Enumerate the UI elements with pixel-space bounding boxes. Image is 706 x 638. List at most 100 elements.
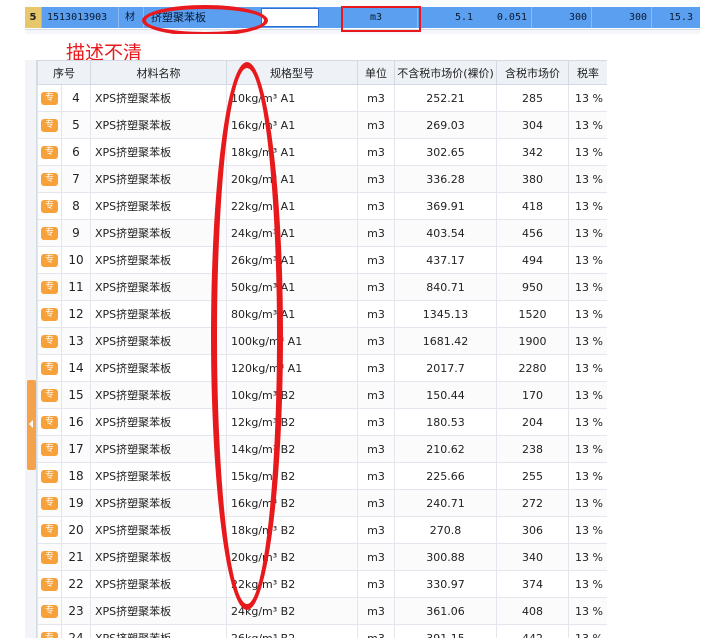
badge-cell: 专 — [37, 624, 62, 638]
special-material-badge-icon[interactable]: 专 — [41, 523, 58, 537]
special-material-badge-icon[interactable]: 专 — [41, 469, 58, 483]
row-spec: 10kg/m³ A1 — [226, 84, 358, 112]
table-row[interactable]: 专 16 XPS挤塑聚苯板 12kg/m³ B2 m3 180.53 204 13 % — [37, 408, 607, 436]
row-spec: 26kg/m³ A1 — [226, 246, 358, 274]
header-price-in-tax[interactable]: 含税市场价 — [496, 60, 569, 85]
row-material-name: XPS挤塑聚苯板 — [90, 597, 227, 625]
table-row[interactable]: 专 12 XPS挤塑聚苯板 80kg/m³ A1 m3 1345.13 1520 13 % — [37, 300, 607, 328]
row-material-name: XPS挤塑聚苯板 — [90, 246, 227, 274]
collapse-arrow-icon[interactable] — [27, 380, 36, 470]
row-spec: 16kg/m³ B2 — [226, 489, 358, 517]
row-price-ex-tax: 840.71 — [394, 273, 497, 301]
row-price-ex-tax: 336.28 — [394, 165, 497, 193]
table-row[interactable]: 专 15 XPS挤塑聚苯板 10kg/m³ B2 m3 150.44 170 13 % — [37, 381, 607, 409]
special-material-badge-icon[interactable]: 专 — [41, 334, 58, 348]
table-row[interactable]: 专 21 XPS挤塑聚苯板 20kg/m³ B2 m3 300.88 340 13 % — [37, 543, 607, 571]
row-price-in-tax: 380 — [496, 165, 569, 193]
row-spec: 100kg/m³ A1 — [226, 327, 358, 355]
row-price-ex-tax: 1345.13 — [394, 300, 497, 328]
row-tax-rate: 13 % — [568, 300, 607, 328]
row-unit: m3 — [357, 354, 395, 382]
material-price-table: 序号 材料名称 规格型号 单位 不含税市场价(裸价) 含税市场价 税率 专 4 XP… — [37, 60, 607, 638]
special-material-badge-icon[interactable]: 专 — [41, 91, 58, 105]
table-row[interactable]: 专 8 XPS挤塑聚苯板 22kg/m³ A1 m3 369.91 418 13 % — [37, 192, 607, 220]
special-material-badge-icon[interactable]: 专 — [41, 550, 58, 564]
special-material-badge-icon[interactable]: 专 — [41, 361, 58, 375]
row-price-in-tax: 304 — [496, 111, 569, 139]
special-material-badge-icon[interactable]: 专 — [41, 442, 58, 456]
special-material-badge-icon[interactable]: 专 — [41, 172, 58, 186]
row-tax-rate: 13 % — [568, 597, 607, 625]
table-row[interactable]: 专 13 XPS挤塑聚苯板 100kg/m³ A1 m3 1681.42 1900 13 % — [37, 327, 607, 355]
row-spec: 15kg/m³ B2 — [226, 462, 358, 490]
table-row[interactable]: 专 17 XPS挤塑聚苯板 14kg/m³ B2 m3 210.62 238 13 % — [37, 435, 607, 463]
table-row[interactable]: 专 10 XPS挤塑聚苯板 26kg/m³ A1 m3 437.17 494 13 % — [37, 246, 607, 274]
row-price-ex-tax: 269.03 — [394, 111, 497, 139]
row-material-name: XPS挤塑聚苯板 — [90, 111, 227, 139]
row-price-in-tax: 285 — [496, 84, 569, 112]
table-row[interactable]: 专 5 XPS挤塑聚苯板 16kg/m³ A1 m3 269.03 304 13 % — [37, 111, 607, 139]
row-tax-rate: 13 % — [568, 516, 607, 544]
table-row[interactable]: 专24XPS挤塑聚苯板26kg/m³ B2m3391.1544213 % — [37, 624, 607, 638]
row-seq: 13 — [61, 327, 91, 355]
row-material-name: XPS挤塑聚苯板 — [90, 570, 227, 598]
row-price-ex-tax: 361.06 — [394, 597, 497, 625]
row-tax-rate: 13 % — [568, 543, 607, 571]
special-material-badge-icon[interactable]: 专 — [41, 604, 58, 618]
special-material-badge-icon[interactable]: 专 — [41, 415, 58, 429]
row-material-name: XPS挤塑聚苯板 — [90, 165, 227, 193]
table-row[interactable]: 专 4 XPS挤塑聚苯板 10kg/m³ A1 m3 252.21 285 13 % — [37, 84, 607, 112]
table-row[interactable]: 专 14 XPS挤塑聚苯板 120kg/m³ A1 m3 2017.7 2280 13 % — [37, 354, 607, 382]
special-material-badge-icon[interactable]: 专 — [41, 388, 58, 402]
row-seq: 23 — [61, 597, 91, 625]
table-row[interactable]: 专 18 XPS挤塑聚苯板 15kg/m³ B2 m3 225.66 255 13 % — [37, 462, 607, 490]
row-unit: m3 — [357, 408, 395, 436]
special-material-badge-icon[interactable]: 专 — [41, 631, 58, 638]
row-unit: m3 — [357, 462, 395, 490]
row-price-in-tax: 272 — [496, 489, 569, 517]
header-tax-rate[interactable]: 税率 — [568, 60, 607, 85]
row-material-name: XPS挤塑聚苯板 — [90, 462, 227, 490]
row-material-name: XPS挤塑聚苯板 — [90, 435, 227, 463]
row-material-name: XPS挤塑聚苯板 — [90, 381, 227, 409]
special-material-badge-icon[interactable]: 专 — [41, 199, 58, 213]
row-price-in-tax: 408 — [496, 597, 569, 625]
row-price-in-tax: 170 — [496, 381, 569, 409]
row-price-in-tax: 442 — [496, 624, 569, 638]
badge-cell: 专 — [37, 570, 62, 598]
header-price-ex-tax[interactable]: 不含税市场价(裸价) — [394, 60, 497, 85]
table-row[interactable]: 专 6 XPS挤塑聚苯板 18kg/m³ A1 m3 302.65 342 13 % — [37, 138, 607, 166]
table-row[interactable]: 专 11 XPS挤塑聚苯板 50kg/m³ A1 m3 840.71 950 13 % — [37, 273, 607, 301]
special-material-badge-icon[interactable]: 专 — [41, 280, 58, 294]
row-tax-rate: 13 % — [568, 624, 607, 638]
special-material-badge-icon[interactable]: 专 — [41, 496, 58, 510]
special-material-badge-icon[interactable]: 专 — [41, 307, 58, 321]
table-row[interactable]: 专 20 XPS挤塑聚苯板 18kg/m³ B2 m3 270.8 306 13 % — [37, 516, 607, 544]
row-unit: m3 — [357, 273, 395, 301]
table-row[interactable]: 专 9 XPS挤塑聚苯板 24kg/m³ A1 m3 403.54 456 13 % — [37, 219, 607, 247]
special-material-badge-icon[interactable]: 专 — [41, 118, 58, 132]
row-seq: 12 — [61, 300, 91, 328]
row-seq: 6 — [61, 138, 91, 166]
special-material-badge-icon[interactable]: 专 — [41, 253, 58, 267]
row-tax-rate: 13 % — [568, 462, 607, 490]
badge-cell: 专 — [37, 111, 62, 139]
table-row[interactable]: 专 22 XPS挤塑聚苯板 22kg/m³ B2 m3 330.97 374 13 % — [37, 570, 607, 598]
row-material-name: XPS挤塑聚苯板 — [90, 327, 227, 355]
header-seq[interactable]: 序号 — [37, 60, 91, 85]
special-material-badge-icon[interactable]: 专 — [41, 577, 58, 591]
special-material-badge-icon[interactable]: 专 — [41, 145, 58, 159]
badge-cell: 专 — [37, 354, 62, 382]
spec-edit-input[interactable] — [261, 8, 319, 27]
row-price-ex-tax: 1681.42 — [394, 327, 497, 355]
special-material-badge-icon[interactable]: 专 — [41, 226, 58, 240]
header-unit[interactable]: 单位 — [357, 60, 395, 85]
table-row[interactable]: 专 23 XPS挤塑聚苯板 24kg/m³ B2 m3 361.06 408 13 % — [37, 597, 607, 625]
header-spec[interactable]: 规格型号 — [226, 60, 358, 85]
row-spec: 50kg/m³ A1 — [226, 273, 358, 301]
table-row[interactable]: 专 19 XPS挤塑聚苯板 16kg/m³ B2 m3 240.71 272 13 % — [37, 489, 607, 517]
table-row[interactable]: 专 7 XPS挤塑聚苯板 20kg/m³ A1 m3 336.28 380 13 % — [37, 165, 607, 193]
row-unit: m3 — [357, 489, 395, 517]
header-name[interactable]: 材料名称 — [90, 60, 227, 85]
row-price-in-tax: 1520 — [496, 300, 569, 328]
